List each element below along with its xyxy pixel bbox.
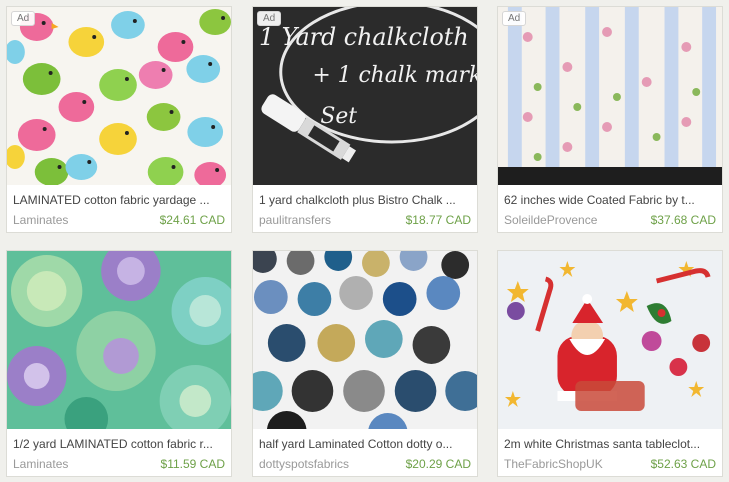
listing-info: 62 inches wide Coated Fabric by t... Sol… xyxy=(498,185,722,232)
listing-image-floral-stripe[interactable] xyxy=(498,7,722,185)
listing-info: 1 yard chalkcloth plus Bistro Chalk ... … xyxy=(253,185,477,232)
shop-name[interactable]: dottyspotsfabrics xyxy=(259,457,349,471)
listing-card[interactable]: Ad LAMINATED cotton fabric yardage ... L… xyxy=(6,6,232,233)
listing-price: $52.63 CAD xyxy=(650,457,716,471)
listing-title[interactable]: LAMINATED cotton fabric yardage ... xyxy=(13,193,225,207)
listing-image-kale-print[interactable] xyxy=(7,251,231,429)
shop-name[interactable]: TheFabricShopUK xyxy=(504,457,603,471)
listing-info: half yard Laminated Cotton dotty o... do… xyxy=(253,429,477,476)
chalk-text-line-2: + 1 chalk marker xyxy=(312,63,477,88)
listing-grid: Ad LAMINATED cotton fabric yardage ... L… xyxy=(0,0,729,482)
listing-title[interactable]: 1/2 yard LAMINATED cotton fabric r... xyxy=(13,437,225,451)
shop-name[interactable]: Laminates xyxy=(13,457,68,471)
listing-card[interactable]: half yard Laminated Cotton dotty o... do… xyxy=(252,250,478,477)
chalk-text-line-1: 1 Yard chalkcloth xyxy=(259,23,469,51)
listing-title[interactable]: 2m white Christmas santa tableclot... xyxy=(504,437,716,451)
listing-info: LAMINATED cotton fabric yardage ... Lami… xyxy=(7,185,231,232)
listing-price: $20.29 CAD xyxy=(405,457,471,471)
listing-price: $18.77 CAD xyxy=(405,213,471,227)
listing-card[interactable]: 1/2 yard LAMINATED cotton fabric r... La… xyxy=(6,250,232,477)
listing-card[interactable]: 2m white Christmas santa tableclot... Th… xyxy=(497,250,723,477)
listing-title[interactable]: half yard Laminated Cotton dotty o... xyxy=(259,437,471,451)
listing-card[interactable]: Ad 62 inches wide Coated Fabric by t... … xyxy=(497,6,723,233)
listing-image-christmas[interactable] xyxy=(498,251,722,429)
ad-badge: Ad xyxy=(502,11,527,26)
listing-title[interactable]: 62 inches wide Coated Fabric by t... xyxy=(504,193,716,207)
ad-badge: Ad xyxy=(11,11,36,26)
listing-image-birds[interactable] xyxy=(7,7,231,185)
listing-info: 2m white Christmas santa tableclot... Th… xyxy=(498,429,722,476)
listing-price: $24.61 CAD xyxy=(159,213,225,227)
listing-image-polka-dots[interactable] xyxy=(253,251,477,429)
listing-image-chalkcloth[interactable]: 1 Yard chalkcloth + 1 chalk marker Set xyxy=(253,7,477,185)
chalk-text-line-3: Set xyxy=(320,104,357,129)
listing-card[interactable]: 1 Yard chalkcloth + 1 chalk marker Set A… xyxy=(252,6,478,233)
listing-title[interactable]: 1 yard chalkcloth plus Bistro Chalk ... xyxy=(259,193,471,207)
shop-name[interactable]: SoleildeProvence xyxy=(504,213,597,227)
shop-name[interactable]: paulitransfers xyxy=(259,213,331,227)
listing-info: 1/2 yard LAMINATED cotton fabric r... La… xyxy=(7,429,231,476)
ad-badge: Ad xyxy=(257,11,282,26)
listing-price: $37.68 CAD xyxy=(650,213,716,227)
shop-name[interactable]: Laminates xyxy=(13,213,68,227)
listing-price: $11.59 CAD xyxy=(160,457,225,471)
